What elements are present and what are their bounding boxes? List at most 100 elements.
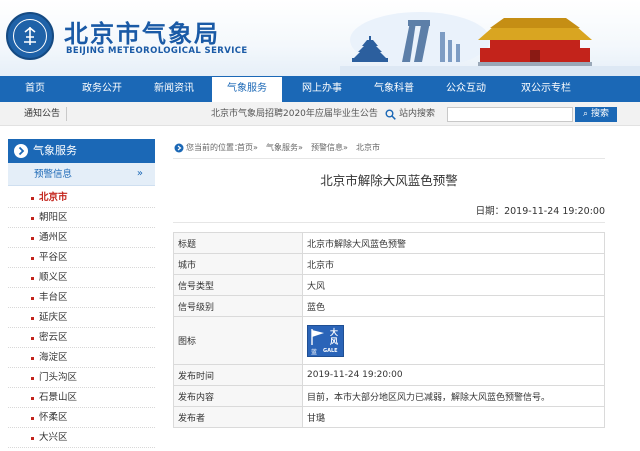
bullet-icon xyxy=(31,217,34,220)
chevron-right-circle-icon xyxy=(14,144,28,158)
sidebar-item-miyun[interactable]: 密云区 xyxy=(8,328,155,348)
sidebar-item-label: 怀柔区 xyxy=(39,412,68,423)
sidebar-item-pinggu[interactable]: 平谷区 xyxy=(8,248,155,268)
sidebar-item-yanqing[interactable]: 延庆区 xyxy=(8,308,155,328)
breadcrumb-item-weather-service[interactable]: 气象服务 xyxy=(266,139,298,157)
bullet-icon xyxy=(31,377,34,380)
sidebar-subheading[interactable]: 预警信息 » xyxy=(8,163,155,186)
notice-bar: 通知公告 北京市气象局招聘2020年应届毕业生公告 站内搜索 ⌕ 搜索 xyxy=(0,102,640,126)
table-value: 大风 xyxy=(302,274,605,296)
table-key: 标题 xyxy=(173,232,303,254)
sidebar-item-huairou[interactable]: 怀柔区 xyxy=(8,408,155,428)
table-value: 北京市解除大风蓝色预警 xyxy=(302,232,605,254)
site-header: 北京市气象局 BEIJING METEOROLOGICAL SERVICE xyxy=(0,0,640,76)
warning-icon-char2: 风 xyxy=(330,336,338,346)
sidebar-item-label: 海淀区 xyxy=(39,352,68,363)
bullet-icon xyxy=(31,437,34,440)
bullet-icon xyxy=(31,237,34,240)
table-row: 发布者 甘璐 xyxy=(173,406,605,428)
site-subtitle: BEIJING METEOROLOGICAL SERVICE xyxy=(66,46,248,56)
bullet-icon xyxy=(31,417,34,420)
double-chevron-icon: » xyxy=(136,168,143,179)
notice-label: 通知公告 xyxy=(24,109,61,119)
table-key: 信号类型 xyxy=(173,274,303,296)
sidebar-district-list: 北京市 朝阳区 通州区 平谷区 顺义区 丰台区 延庆区 密云区 海淀区 门头沟区… xyxy=(8,188,155,448)
sidebar-item-shunyi[interactable]: 顺义区 xyxy=(8,268,155,288)
location-pin-icon xyxy=(174,143,184,153)
sidebar-heading-label: 气象服务 xyxy=(33,144,77,157)
sidebar-item-label: 平谷区 xyxy=(39,252,68,263)
search-button-label: 搜索 xyxy=(590,109,609,119)
sidebar-item-label: 大兴区 xyxy=(39,432,68,443)
sidebar-item-haidian[interactable]: 海淀区 xyxy=(8,348,155,368)
nav-item-government[interactable]: 政务公开 xyxy=(70,76,134,102)
table-key: 发布内容 xyxy=(173,385,303,407)
nav-item-public-disclosure[interactable]: 双公示专栏 xyxy=(506,76,586,102)
breadcrumb: 您当前的位置： 首页 » 气象服务 » 预警信息 » 北京市 xyxy=(173,139,605,159)
table-value: 甘璐 xyxy=(302,406,605,428)
breadcrumb-prefix: 您当前的位置： xyxy=(186,143,242,152)
breadcrumb-separator: » xyxy=(298,143,303,152)
sidebar-item-daxing[interactable]: 大兴区 xyxy=(8,428,155,448)
sidebar-item-fengtai[interactable]: 丰台区 xyxy=(8,288,155,308)
wind-flag-icon xyxy=(311,328,324,345)
bullet-icon xyxy=(31,297,34,300)
warning-details-table: 标题 北京市解除大风蓝色预警 城市 北京市 信号类型 大风 信号级别 蓝色 图标… xyxy=(173,232,605,428)
breadcrumb-separator: » xyxy=(343,143,348,152)
table-key: 信号级别 xyxy=(173,295,303,317)
sidebar-item-tongzhou[interactable]: 通州区 xyxy=(8,228,155,248)
date-value: 2019-11-24 19:20:00 xyxy=(504,206,605,217)
breadcrumb-item-current: 北京市 xyxy=(356,143,380,152)
table-row: 城市 北京市 xyxy=(173,253,605,275)
sidebar-subheading-label: 预警信息 xyxy=(34,169,73,180)
warning-icon-en: GALE xyxy=(323,347,338,354)
sidebar-item-mentougou[interactable]: 门头沟区 xyxy=(8,368,155,388)
breadcrumb-item-warnings[interactable]: 预警信息 xyxy=(311,139,343,157)
table-value: 大 风 蓝 GALE xyxy=(302,316,605,365)
bullet-icon xyxy=(31,277,34,280)
beijing-skyline-banner xyxy=(340,12,640,76)
table-row: 信号类型 大风 xyxy=(173,274,605,296)
nav-item-online-service[interactable]: 网上办事 xyxy=(290,76,354,102)
sidebar-item-chaoyang[interactable]: 朝阳区 xyxy=(8,208,155,228)
table-row: 图标 大 风 蓝 GALE xyxy=(173,316,605,365)
search-button[interactable]: ⌕ 搜索 xyxy=(575,107,617,122)
site-title[interactable]: 北京市气象局 xyxy=(64,14,220,49)
logo-emblem-icon[interactable] xyxy=(6,12,54,60)
bullet-icon xyxy=(31,197,34,200)
search-icon xyxy=(385,109,396,120)
sidebar-item-label: 顺义区 xyxy=(39,272,68,283)
sidebar-item-label: 朝阳区 xyxy=(39,212,68,223)
table-row: 标题 北京市解除大风蓝色预警 xyxy=(173,232,605,254)
search-button-icon: ⌕ xyxy=(583,109,591,119)
bullet-icon xyxy=(31,357,34,360)
gale-blue-warning-icon: 大 风 蓝 GALE xyxy=(307,324,344,357)
main-nav: 首页 政务公开 新闻资讯 气象服务 网上办事 气象科普 公众互动 双公示专栏 xyxy=(0,76,640,102)
table-key: 发布时间 xyxy=(173,364,303,386)
sidebar-item-beijing[interactable]: 北京市 xyxy=(8,188,155,208)
nav-item-science[interactable]: 气象科普 xyxy=(362,76,426,102)
nav-item-home[interactable]: 首页 xyxy=(10,76,60,102)
sidebar-item-label: 通州区 xyxy=(39,232,68,243)
bullet-icon xyxy=(31,317,34,320)
breadcrumb-separator: » xyxy=(253,143,258,152)
table-row: 信号级别 蓝色 xyxy=(173,295,605,317)
search-input[interactable] xyxy=(447,107,573,122)
nav-item-weather-service[interactable]: 气象服务 xyxy=(212,77,282,102)
sidebar-item-label: 延庆区 xyxy=(39,312,68,323)
search-label: 站内搜索 xyxy=(399,109,436,119)
sidebar-item-label: 石景山区 xyxy=(39,392,78,403)
warning-icon-level: 蓝 xyxy=(311,348,318,356)
nav-item-news[interactable]: 新闻资讯 xyxy=(142,76,206,102)
nav-item-interaction[interactable]: 公众互动 xyxy=(434,76,498,102)
sidebar-item-label: 北京市 xyxy=(39,192,68,203)
notice-link[interactable]: 北京市气象局招聘2020年应届毕业生公告 xyxy=(211,102,378,126)
sidebar-item-label: 门头沟区 xyxy=(39,372,78,383)
table-key: 发布者 xyxy=(173,406,303,428)
table-row: 发布时间 2019-11-24 19:20:00 xyxy=(173,364,605,386)
sidebar-heading: 气象服务 xyxy=(8,139,155,163)
breadcrumb-item-home[interactable]: 首页 xyxy=(237,139,253,157)
divider xyxy=(173,222,605,223)
notice-divider xyxy=(66,107,67,121)
sidebar-item-shijingshan[interactable]: 石景山区 xyxy=(8,388,155,408)
